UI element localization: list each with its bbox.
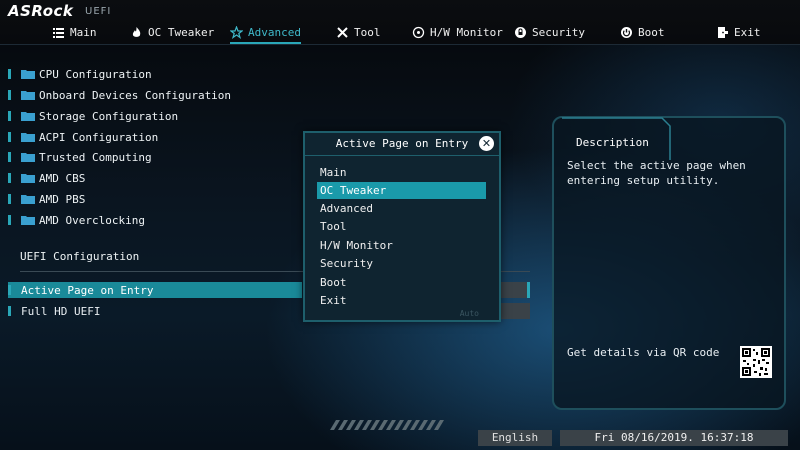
qr-caption: Get details via QR code (567, 346, 720, 359)
tab-oc-tweaker[interactable]: OC Tweaker (130, 22, 214, 42)
tab-label: Boot (638, 25, 665, 39)
menu-item-storage-configuration[interactable]: Storage Configuration (8, 107, 178, 125)
menu-item-cpu-configuration[interactable]: CPU Configuration (8, 65, 152, 83)
option-value-box[interactable] (497, 303, 530, 319)
description-panel: Description Select the active page when … (552, 116, 786, 410)
tab-main[interactable]: Main (52, 22, 97, 42)
tab-label: OC Tweaker (148, 25, 215, 39)
shield-icon (515, 26, 526, 38)
option-full-hd-uefi[interactable]: Full HD UEFI (8, 303, 100, 319)
option-label: Active Page on Entry (21, 283, 154, 297)
popup-option-security[interactable]: Security (317, 255, 486, 272)
tab-label: Tool (354, 25, 381, 39)
selection-marker (8, 173, 11, 183)
popup-option-boot[interactable]: Boot (317, 274, 486, 291)
selection-marker (8, 194, 11, 204)
menu-item-label: Trusted Computing (39, 150, 152, 164)
flame-icon (132, 26, 141, 37)
tab-tool[interactable]: Tool (336, 22, 381, 42)
tab-label: Exit (734, 25, 761, 39)
menu-item-amd-overclocking[interactable]: AMD Overclocking (8, 211, 145, 229)
exit-icon (718, 26, 728, 38)
brand-logo: ASRock (8, 2, 74, 20)
selection-marker (8, 306, 11, 316)
menu-item-onboard-devices[interactable]: Onboard Devices Configuration (8, 86, 231, 104)
menu-item-amd-pbs[interactable]: AMD PBS (8, 190, 85, 208)
menu-item-label: AMD Overclocking (39, 213, 145, 227)
folder-icon (21, 133, 35, 142)
popup-ghost-value: Auto (459, 309, 479, 318)
popup-option-hw-monitor[interactable]: H/W Monitor (317, 237, 486, 254)
tab-security[interactable]: Security (514, 22, 585, 42)
tab-label: Main (70, 25, 97, 39)
folder-icon (21, 153, 35, 162)
menu-item-label: AMD PBS (39, 192, 86, 206)
tab-bar: Main OC Tweaker Advanced Tool H/W Monito… (0, 22, 800, 44)
close-icon[interactable]: ✕ (479, 136, 494, 151)
folder-icon (21, 216, 35, 225)
top-bar: ASRock UEFI Main OC Tweaker Advanced Too… (0, 0, 800, 45)
datetime-display: Fri 08/16/2019. 16:37:18 (560, 430, 788, 446)
menu-item-acpi-configuration[interactable]: ACPI Configuration (8, 128, 158, 146)
option-label: Full HD UEFI (21, 304, 101, 318)
qr-code-icon[interactable] (740, 346, 772, 378)
selection-popup: Active Page on Entry ✕ Main OC Tweaker A… (303, 131, 501, 322)
popup-title: Active Page on Entry (305, 133, 499, 156)
description-title: Description (576, 136, 649, 149)
tab-hw-monitor[interactable]: H/W Monitor (412, 22, 503, 42)
tab-advanced[interactable]: Advanced (230, 22, 301, 44)
tab-label: Security (532, 25, 585, 39)
folder-icon (21, 91, 35, 100)
selection-marker (8, 215, 11, 225)
tab-label: Advanced (248, 25, 301, 39)
popup-option-oc-tweaker[interactable]: OC Tweaker (317, 182, 486, 199)
monitor-icon (412, 26, 425, 38)
folder-icon (21, 195, 35, 204)
menu-item-label: Storage Configuration (39, 109, 179, 123)
brand-sub: UEFI (85, 6, 112, 17)
decorative-stripes (330, 420, 444, 430)
menu-item-trusted-computing[interactable]: Trusted Computing (8, 148, 152, 166)
selection-marker (8, 90, 11, 100)
popup-option-main[interactable]: Main (317, 164, 486, 181)
star-icon (230, 25, 243, 39)
tools-icon (337, 26, 348, 38)
folder-icon (21, 70, 35, 79)
selection-marker (8, 111, 11, 121)
selection-marker (8, 285, 11, 295)
menu-item-label: ACPI Configuration (39, 130, 159, 144)
description-text: Select the active page when entering set… (567, 159, 746, 187)
list-icon (53, 27, 64, 38)
selection-marker (8, 69, 11, 79)
section-heading: UEFI Configuration (20, 250, 140, 263)
popup-option-advanced[interactable]: Advanced (317, 200, 486, 217)
option-value-box[interactable] (497, 282, 530, 298)
menu-item-label: AMD CBS (39, 171, 86, 185)
selection-marker (8, 132, 11, 142)
popup-option-exit[interactable]: Exit (317, 292, 486, 309)
folder-icon (21, 112, 35, 121)
menu-item-label: Onboard Devices Configuration (39, 88, 232, 102)
tab-exit[interactable]: Exit (716, 22, 761, 42)
tab-boot[interactable]: Boot (620, 22, 665, 42)
option-active-page-on-entry[interactable]: Active Page on Entry (8, 282, 302, 298)
folder-icon (21, 174, 35, 183)
power-icon (621, 26, 632, 38)
menu-item-label: CPU Configuration (39, 67, 152, 81)
tab-label: H/W Monitor (430, 25, 503, 39)
language-selector[interactable]: English (478, 430, 552, 446)
menu-item-amd-cbs[interactable]: AMD CBS (8, 169, 85, 187)
popup-option-tool[interactable]: Tool (317, 218, 486, 235)
selection-marker (8, 152, 11, 162)
